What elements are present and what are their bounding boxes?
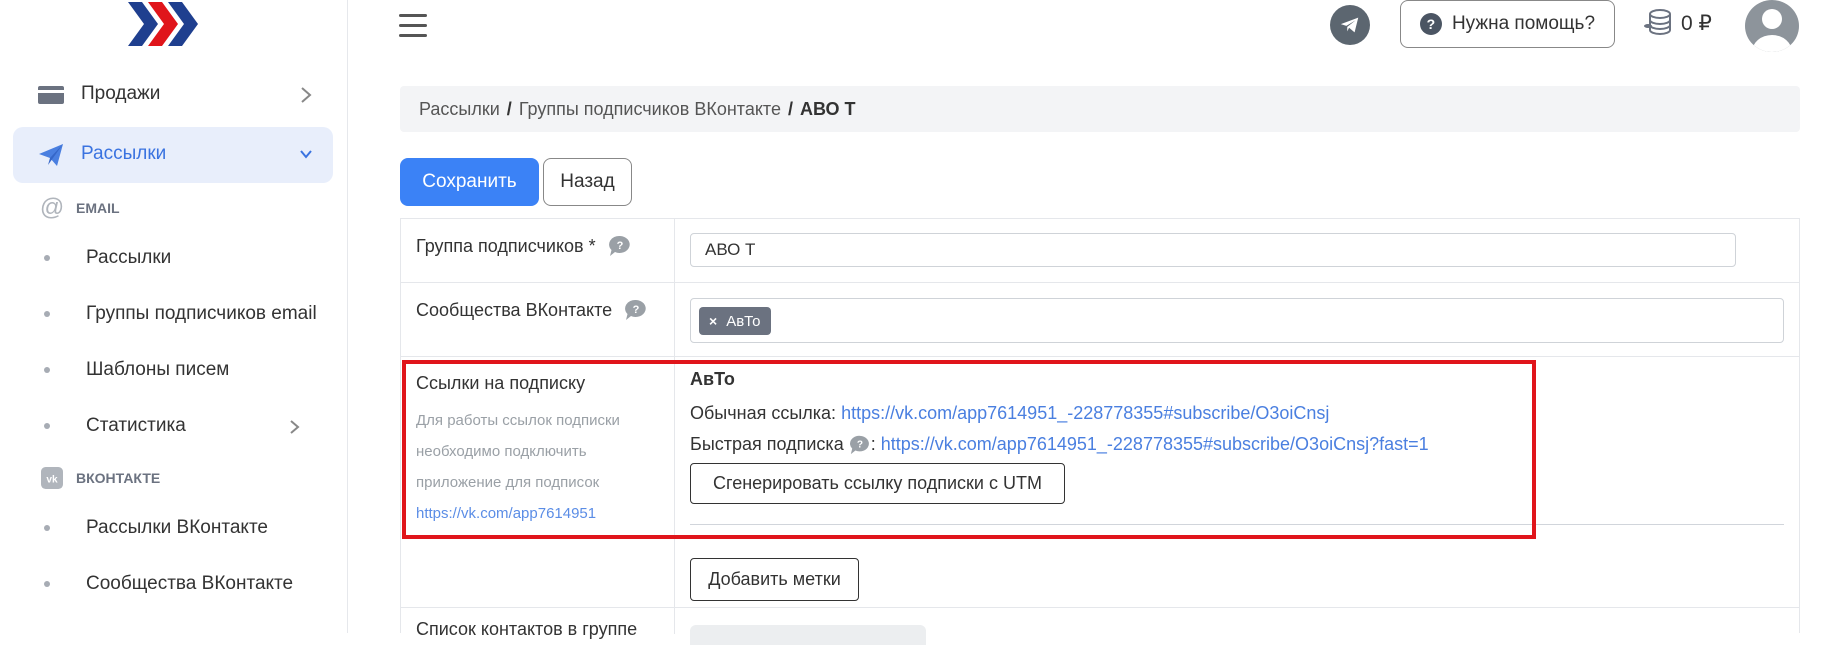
sidebar-subitem-email-groups[interactable]: Группы подписчиков email [44,300,317,328]
chevron-right-icon [290,420,300,434]
credit-card-icon [38,86,64,104]
sidebar: Продажи Рассылки @ EMAIL Рассылки Группы… [0,0,348,633]
svg-text:?: ? [616,240,623,252]
sidebar-item-label: Продажи [81,83,161,104]
vk-communities-label: Сообщества ВКонтакте ? [416,299,648,321]
breadcrumb-separator: / [506,98,512,119]
breadcrumb-item[interactable]: Рассылки [419,99,500,120]
group-name-input[interactable]: АВО Т [690,233,1736,267]
back-button[interactable]: Назад [543,158,632,206]
help-bubble-icon[interactable]: ? [608,235,632,257]
breadcrumb: Рассылки / Группы подписчиков ВКонтакте … [400,86,1800,132]
user-icon [1752,9,1792,52]
question-circle-icon: ? [1419,13,1442,35]
chevron-right-icon [301,87,312,103]
sidebar-subitem-label: Рассылки ВКонтакте [86,517,268,538]
sidebar-subitem-label: Статистика [86,415,186,436]
sidebar-item-label: Рассылки [81,143,167,164]
sidebar-subitem-label: Рассылки [86,247,172,268]
menu-toggle-icon[interactable] [399,10,427,38]
paper-plane-icon [39,144,63,166]
breadcrumb-separator: / [787,98,793,119]
remove-tag-icon[interactable]: × [709,313,717,329]
add-tags-button[interactable]: Добавить метки [690,558,859,601]
group-name-label: Группа подписчиков * ? [416,235,632,257]
sidebar-subitem-email-mailings[interactable]: Рассылки [44,244,171,272]
svg-text:?: ? [633,304,640,316]
vk-icon: vk [40,466,64,490]
sidebar-subitem-vk-communities[interactable]: Сообщества ВКонтакте [44,570,293,598]
sidebar-subitem-label: Группы подписчиков email [86,303,317,324]
highlight-frame [402,360,1536,539]
save-button[interactable]: Сохранить [400,158,539,206]
logo-icon[interactable] [128,0,208,48]
sidebar-item-sales[interactable]: Продажи [13,67,333,123]
sidebar-item-mailings[interactable]: Рассылки [13,127,333,183]
sidebar-subitem-vk-mailings[interactable]: Рассылки ВКонтакте [44,514,268,542]
sidebar-subitem-statistics[interactable]: Статистика [44,412,324,440]
balance[interactable]: 0 ₽ [1643,8,1712,38]
community-tag-label: АвТо [726,312,761,330]
avatar[interactable] [1745,0,1799,52]
sidebar-subitem-label: Сообщества ВКонтакте [86,573,294,594]
section-title: EMAIL [76,200,120,216]
contacts-list-field[interactable] [690,625,926,645]
sidebar-subitem-email-templates[interactable]: Шаблоны писем [44,356,229,384]
community-tag[interactable]: × АвТо [699,307,771,335]
section-vk: vk ВКОНТАКТЕ [40,465,160,491]
contacts-list-label: Список контактов в группе [416,619,638,639]
balance-value: 0 ₽ [1681,11,1712,35]
at-sign-icon: @ [39,194,65,221]
help-button[interactable]: ? Нужна помощь? [1400,0,1615,48]
section-title: ВКОНТАКТЕ [76,470,161,486]
telegram-icon[interactable] [1330,5,1370,45]
help-button-label: Нужна помощь? [1451,13,1596,34]
section-email: @ EMAIL [39,194,120,221]
breadcrumb-item[interactable]: Группы подписчиков ВКонтакте [519,99,781,120]
sidebar-subitem-label: Шаблоны писем [86,359,230,380]
help-bubble-icon[interactable]: ? [624,299,648,321]
chevron-down-icon [300,150,312,159]
group-form: Группа подписчиков * ? АВО Т Сообщества … [400,218,1800,645]
breadcrumb-current: АВО Т [799,98,856,119]
vk-communities-select[interactable]: × АвТо [690,298,1784,343]
coins-icon [1644,9,1671,35]
svg-text:vk: vk [46,475,58,486]
